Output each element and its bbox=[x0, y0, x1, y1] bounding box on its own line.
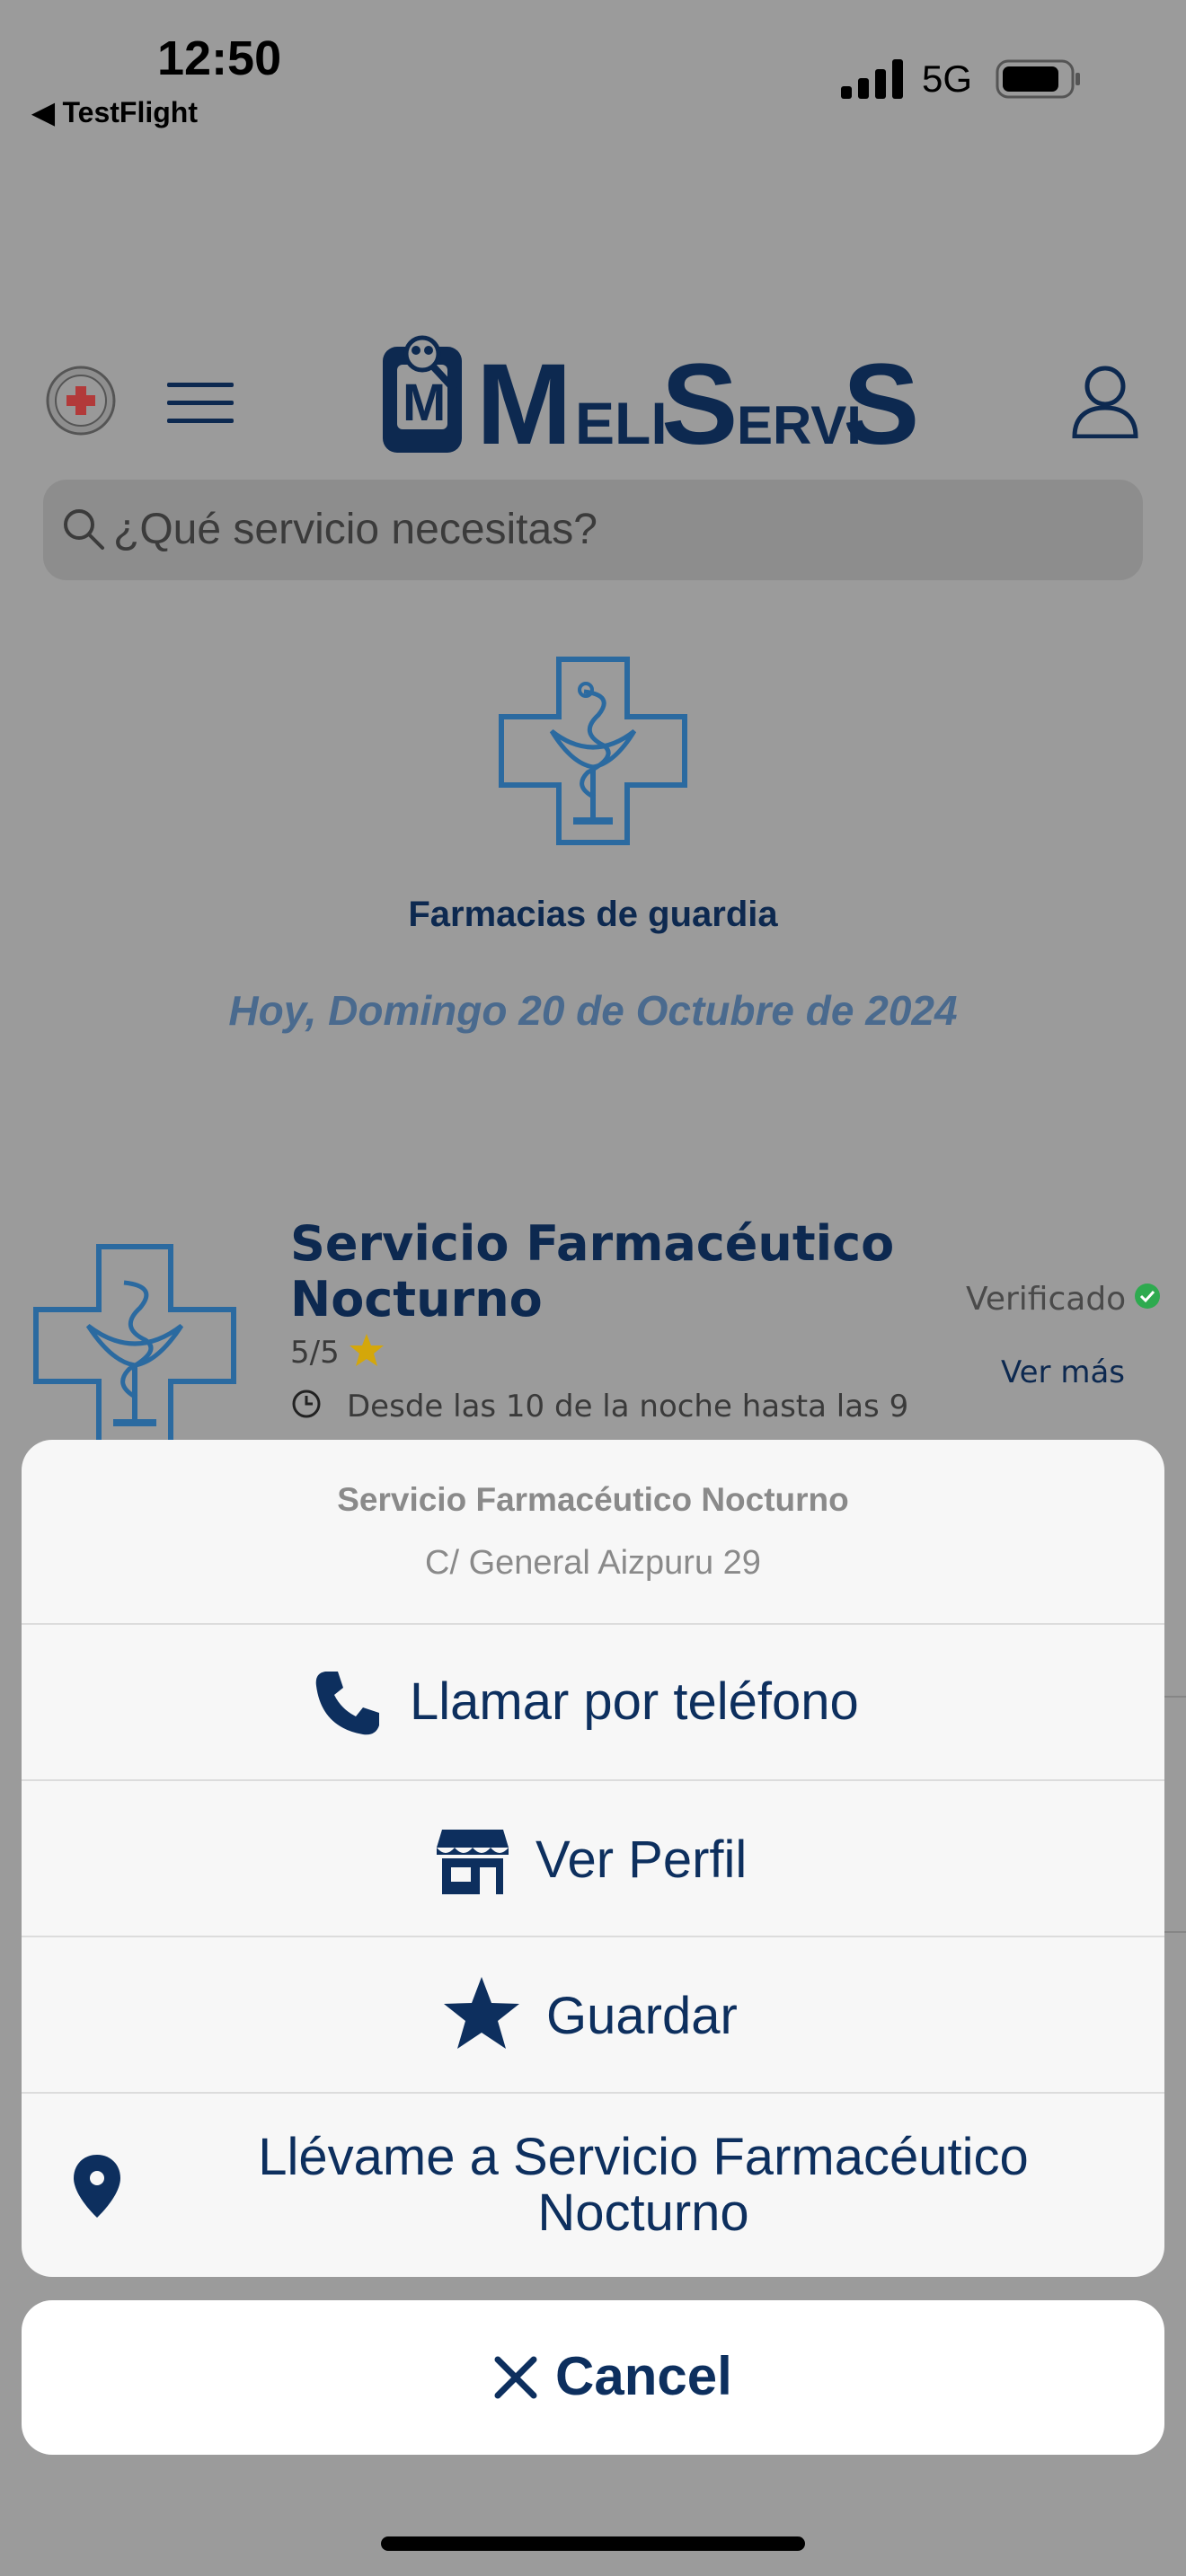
cancel-button[interactable]: Cancel bbox=[22, 2300, 1164, 2455]
battery-icon bbox=[996, 59, 1080, 99]
hamburger-menu-icon[interactable] bbox=[167, 381, 234, 426]
search-bar[interactable]: ¿Qué servicio necesitas? bbox=[43, 480, 1143, 580]
back-to-testflight-link[interactable]: ◀ TestFlight bbox=[32, 95, 198, 129]
svg-text:S: S bbox=[661, 340, 738, 460]
pharmacy-card-rating: 5/5 bbox=[290, 1335, 340, 1371]
save-favorite-label: Guardar bbox=[546, 1987, 738, 2045]
network-type: 5G bbox=[922, 57, 973, 100]
navigate-action[interactable]: Llévame a Servicio Farmacéutico Nocturno bbox=[22, 2094, 1164, 2277]
action-sheet-address: C/ General Aizpuru 29 bbox=[425, 1544, 761, 1582]
save-favorite-action[interactable]: Guardar bbox=[22, 1937, 1164, 2092]
view-profile-label: Ver Perfil bbox=[535, 1831, 748, 1889]
cancel-label: Cancel bbox=[555, 2346, 732, 2406]
phone-icon bbox=[315, 1672, 379, 1735]
svg-text:M: M bbox=[476, 340, 572, 460]
search-icon bbox=[64, 509, 104, 550]
meliservis-logo: M M ELI S ERVI S bbox=[383, 335, 916, 460]
svg-text:S: S bbox=[843, 340, 916, 460]
pharmacy-card-hours: Desde las 10 de la noche hasta las 9 bbox=[347, 1389, 909, 1425]
svg-text:M: M bbox=[403, 374, 446, 432]
call-phone-action[interactable]: Llamar por teléfono bbox=[22, 1625, 1164, 1779]
action-sheet: Servicio Farmacéutico Nocturno C/ Genera… bbox=[22, 1440, 1164, 2277]
call-phone-label: Llamar por teléfono bbox=[410, 1672, 859, 1731]
star-icon bbox=[444, 1977, 519, 2049]
section-title: Farmacias de guardia bbox=[408, 895, 778, 934]
navigate-label-line1: Llévame a Servicio Farmacéutico bbox=[258, 2128, 1029, 2186]
verified-check-icon bbox=[1135, 1284, 1160, 1309]
emergency-phone-icon[interactable] bbox=[45, 365, 117, 437]
ver-mas-link[interactable]: Ver más bbox=[1001, 1354, 1125, 1390]
section-date: Hoy, Domingo 20 de Octubre de 2024 bbox=[228, 987, 958, 1034]
close-icon bbox=[494, 2356, 537, 2399]
pharmacy-card-logo[interactable] bbox=[32, 1243, 237, 1448]
svg-text:ELI: ELI bbox=[575, 390, 668, 456]
home-indicator bbox=[381, 2536, 805, 2551]
navigate-label: Llévame a Servicio Farmacéutico Nocturno bbox=[22, 2130, 1164, 2241]
rating-star-icon bbox=[350, 1334, 384, 1366]
action-sheet-title: Servicio Farmacéutico Nocturno bbox=[337, 1481, 849, 1518]
status-bar: 12:50 ◀ TestFlight 5G bbox=[0, 0, 1186, 144]
cellular-signal-icon bbox=[841, 59, 903, 99]
navigate-label-line2: Nocturno bbox=[537, 2183, 749, 2242]
search-input[interactable]: ¿Qué servicio necesitas? bbox=[113, 505, 597, 554]
view-profile-action[interactable]: Ver Perfil bbox=[22, 1781, 1164, 1936]
verified-label: Verificado bbox=[966, 1281, 1127, 1318]
pharmacy-cross-icon bbox=[499, 657, 687, 845]
clock-icon bbox=[292, 1389, 321, 1418]
action-sheet-header: Servicio Farmacéutico Nocturno C/ Genera… bbox=[22, 1440, 1164, 1623]
store-icon bbox=[437, 1830, 509, 1894]
status-time: 12:50 bbox=[157, 31, 282, 85]
pharmacy-card-name[interactable]: Servicio Farmacéutico Nocturno bbox=[290, 1216, 919, 1328]
user-profile-icon[interactable] bbox=[1071, 365, 1139, 438]
